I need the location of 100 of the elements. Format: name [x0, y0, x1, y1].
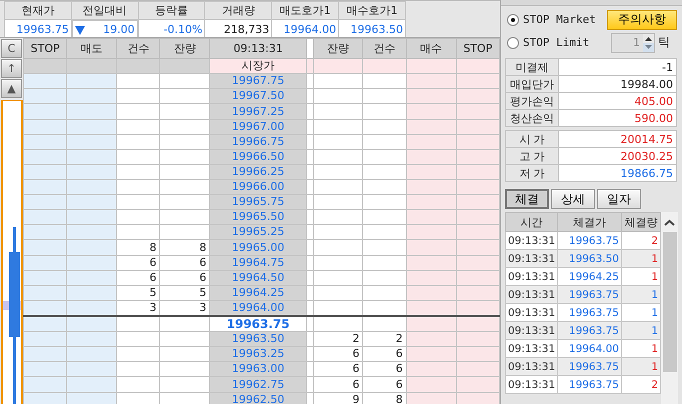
buy-count: 6: [362, 346, 406, 362]
sell-quantity: 8: [160, 240, 210, 256]
radio-button[interactable]: [507, 14, 519, 26]
buy-quantity: 9: [313, 392, 363, 404]
trade-quantity: 1: [622, 250, 660, 268]
buy-quantity: 6: [313, 362, 363, 377]
trade-price: 19963.50: [558, 250, 622, 268]
sell-quantity: 6: [160, 255, 210, 270]
sell-quantity: 5: [160, 285, 210, 300]
radio-label: STOP Limit: [523, 36, 590, 49]
buy-count: 2: [362, 332, 406, 347]
tab[interactable]: 체결: [505, 189, 549, 209]
price-level: 19966.75: [210, 134, 306, 150]
column-header: 매수: [406, 38, 456, 59]
price-level: 19967.25: [210, 104, 306, 120]
column-header: 잔량: [313, 38, 363, 59]
field-value: 590.00: [558, 110, 676, 126]
column-header: 매도: [66, 38, 117, 59]
column-header: STOP: [456, 38, 500, 59]
price-level: 19962.50: [210, 392, 306, 404]
scrollbar-thumb[interactable]: [662, 232, 676, 372]
caution-button[interactable]: 주의사항: [607, 10, 677, 30]
column-header: 체결가: [558, 212, 622, 232]
column-header: 현재가: [4, 2, 72, 20]
column-header: 시간: [506, 212, 558, 232]
price-level: 19967.50: [210, 88, 306, 104]
trade-time: 09:13:31: [506, 322, 558, 340]
trade-price: 19963.75: [558, 376, 622, 394]
market-price-label[interactable]: 시장가: [210, 58, 306, 74]
sell-count: 5: [116, 285, 160, 300]
tick-unit-label: 틱: [658, 34, 670, 51]
sell-quantity: 6: [160, 270, 210, 286]
buy-quantity: 6: [313, 346, 363, 362]
price-level: 19962.75: [210, 376, 306, 392]
trade-quantity: 1: [622, 358, 660, 376]
trade-time: 09:13:31: [506, 286, 558, 304]
trade-price: 19963.75: [558, 358, 622, 376]
price-level: 19963.00: [210, 362, 306, 377]
summary-value: 19.00: [103, 23, 135, 36]
current-price: 19963.75: [210, 316, 306, 332]
radio-option[interactable]: STOP Market: [507, 13, 607, 26]
tab[interactable]: 상세: [551, 189, 595, 209]
price-level: 19963.25: [210, 346, 306, 362]
column-header: 건수: [116, 38, 160, 59]
field-label: 저 가: [506, 164, 558, 182]
trade-time: 09:13:31: [506, 376, 558, 394]
price-level: 19966.50: [210, 149, 306, 164]
scrollbar[interactable]: [661, 212, 678, 404]
field-label: 청산손익: [506, 110, 558, 126]
column-header: 건수: [362, 38, 406, 59]
column-header: 체결량: [622, 212, 660, 232]
field-value: 19866.75: [558, 164, 676, 182]
trade-price: 19963.75: [558, 286, 622, 304]
price-level: 19963.50: [210, 332, 306, 347]
column-header: 매도호가1: [272, 2, 339, 20]
column-header: 09:13:31: [210, 38, 306, 59]
side-button[interactable]: ↑: [1, 59, 22, 78]
field-label: 미결제: [506, 58, 558, 76]
field-label: 고 가: [506, 148, 558, 164]
price-level: 19964.50: [210, 270, 306, 286]
trade-price: 19963.75: [558, 322, 622, 340]
field-value: 19984.00: [558, 76, 676, 92]
radio-label: STOP Market: [523, 13, 596, 26]
side-button[interactable]: ▲: [1, 79, 22, 98]
buy-count: 6: [362, 362, 406, 377]
price-level: 19964.75: [210, 255, 306, 270]
buy-count: 6: [362, 376, 406, 392]
spin-arrows-icon[interactable]: [643, 34, 654, 52]
sell-count: 6: [116, 255, 160, 270]
column-header: STOP: [24, 38, 67, 59]
radio-option[interactable]: STOP Limit: [507, 36, 607, 49]
trade-time: 09:13:31: [506, 358, 558, 376]
sell-count: 6: [116, 270, 160, 286]
price-level: 19966.00: [210, 180, 306, 195]
field-value: -1: [558, 58, 676, 76]
trade-quantity: 1: [622, 286, 660, 304]
tab[interactable]: 일자: [597, 189, 641, 209]
column-header: 등락률: [138, 2, 205, 20]
price-level: 19967.75: [210, 74, 306, 89]
price-level: 19966.25: [210, 164, 306, 180]
trade-time: 09:13:31: [506, 250, 558, 268]
field-value: 20030.25: [558, 148, 676, 164]
price-level: 19964.25: [210, 285, 306, 300]
price-level: 19967.00: [210, 119, 306, 134]
buy-quantity: 6: [313, 376, 363, 392]
field-label: 시 가: [506, 130, 558, 148]
column-header: 거래량: [204, 2, 272, 20]
column-header: 매수호가1: [338, 2, 406, 20]
sell-count: 8: [116, 240, 160, 256]
buy-quantity: 2: [313, 332, 363, 347]
price-level: 19965.25: [210, 224, 306, 240]
field-label: 매입단가: [506, 76, 558, 92]
price-level: 19965.00: [210, 240, 306, 256]
trade-quantity: 1: [622, 322, 660, 340]
radio-button[interactable]: [507, 36, 519, 48]
column-header: 잔량: [160, 38, 210, 59]
side-button[interactable]: C: [1, 39, 22, 58]
field-label: 평가손익: [506, 92, 558, 110]
field-value: 20014.75: [558, 130, 676, 148]
price-level: 19965.50: [210, 210, 306, 225]
